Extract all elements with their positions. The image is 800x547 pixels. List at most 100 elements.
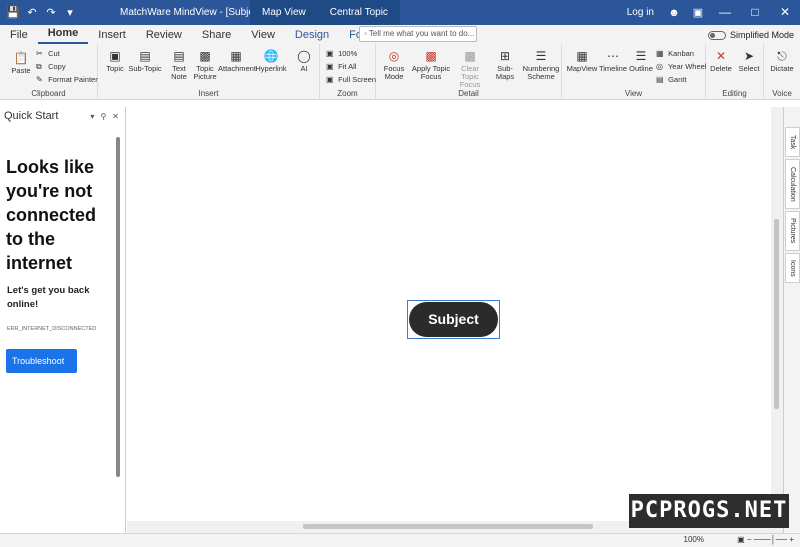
paste-icon: 📋 [13, 51, 29, 65]
delete-button[interactable]: ✕ Delete [708, 48, 734, 73]
dictate-button[interactable]: ⎋ Dictate [766, 48, 798, 73]
tell-me-search[interactable]: ◦ Tell me what you want to do... [359, 26, 477, 42]
copy-icon: ⧉ [36, 62, 42, 71]
fit-all-button[interactable]: ▣ Fit All [326, 61, 356, 73]
error-code: ERR_INTERNET_DISCONNECTED [7, 326, 97, 332]
pane-scrollbar[interactable] [116, 137, 120, 477]
delete-icon: ✕ [715, 49, 727, 63]
tab-share[interactable]: Share [192, 26, 241, 44]
submaps-button[interactable]: ⊞ Sub-Maps [488, 48, 522, 81]
central-topic-node[interactable]: Subject [409, 302, 498, 337]
offline-subtext: Let's get you back online! [7, 285, 90, 310]
year-wheel-icon: ◎ [656, 62, 663, 71]
year-wheel-button[interactable]: ◎ Year Wheel [656, 61, 706, 73]
target-icon: ◎ [388, 49, 400, 63]
side-tab-calculation[interactable]: Calculation [785, 159, 800, 209]
mapview-button[interactable]: ▦ MapView [566, 48, 598, 73]
subtopic-button[interactable]: ▤ Sub-Topic [128, 48, 162, 73]
vertical-scroll-thumb[interactable] [774, 219, 779, 409]
apply-topic-focus-button[interactable]: ▩ Apply Topic Focus [410, 48, 452, 81]
format-painter-button[interactable]: ✎ Format Painter [36, 74, 98, 86]
redo-icon[interactable]: ↷ [44, 6, 58, 20]
text-note-icon: ▤ [173, 49, 185, 63]
tab-home[interactable]: Home [37, 24, 89, 44]
paste-button[interactable]: 📋 Paste [6, 50, 36, 75]
clipboard-group-label: Clipboard [31, 89, 66, 98]
topic-button[interactable]: ▣ Topic [102, 48, 128, 73]
pane-menu-icon[interactable]: ▾ [90, 112, 94, 121]
quick-access-toolbar: 💾 ↶ ↷ ▾ [0, 6, 110, 20]
insert-group: ▣ Topic ▤ Sub-Topic ▤ Text Note ▩ Topic Pict… [98, 44, 320, 100]
tab-view[interactable]: View [241, 26, 285, 44]
tab-review[interactable]: Review [136, 26, 192, 44]
copy-button[interactable]: ⧉ Copy [36, 61, 66, 73]
ai-button[interactable]: ◯ AI [292, 48, 316, 73]
topic-picture-button[interactable]: ▩ Topic Picture [192, 48, 218, 81]
clear-topic-focus-button[interactable]: ▩ Clear Topic Focus [452, 48, 488, 89]
apply-focus-icon: ▩ [425, 49, 437, 63]
select-button[interactable]: ➤ Select [736, 48, 762, 73]
minimize-button[interactable]: — [710, 0, 740, 25]
timeline-button[interactable]: ⋯ Timeline [598, 48, 628, 73]
numbering-scheme-button[interactable]: ☰ Numbering Scheme [522, 48, 560, 81]
troubleshoot-button[interactable]: Troubleshoot [6, 349, 77, 373]
insert-group-label: Insert [198, 89, 219, 98]
watermark: PCPROGS.NET [629, 494, 789, 528]
pin-icon[interactable]: ⚲ [100, 112, 106, 121]
login-link[interactable]: Log in [627, 7, 654, 18]
submaps-icon: ⊞ [499, 49, 511, 63]
mapview-icon: ▦ [576, 49, 588, 63]
ribbon: 📋 Paste ✂ Cut ⧉ Copy ✎ Format Painter Cl… [0, 44, 800, 100]
tab-file[interactable]: File [0, 26, 38, 44]
clipboard-group: 📋 Paste ✂ Cut ⧉ Copy ✎ Format Painter Cl… [0, 44, 98, 100]
tab-design[interactable]: Design [285, 26, 339, 44]
cut-icon: ✂ [36, 49, 43, 58]
toggle-switch[interactable] [707, 30, 726, 40]
tab-insert[interactable]: Insert [88, 26, 136, 44]
cut-button[interactable]: ✂ Cut [36, 48, 60, 60]
side-tab-icons[interactable]: Icons [785, 253, 800, 283]
text-note-button[interactable]: ▤ Text Note [166, 48, 192, 81]
close-button[interactable]: ✕ [770, 0, 800, 25]
outline-button[interactable]: ☰ Outline [628, 48, 654, 73]
side-tabs: Task Calculation Pictures Icons [783, 107, 800, 533]
cursor-icon: ➤ [743, 49, 755, 63]
editing-group: ✕ Delete ➤ Select Editing [706, 44, 764, 100]
simplified-mode-toggle[interactable]: Simplified Mode [707, 26, 800, 44]
picture-icon: ▩ [199, 49, 211, 63]
horizontal-scroll-thumb[interactable] [303, 524, 593, 529]
customize-icon[interactable]: ▾ [63, 6, 77, 20]
side-tab-pictures[interactable]: Pictures [785, 211, 800, 251]
ai-icon: ◯ [297, 49, 311, 63]
lightbulb-icon: ◦ [364, 29, 367, 38]
kanban-button[interactable]: ▦ Kanban [656, 48, 694, 60]
account-icon[interactable]: ☻ [662, 7, 686, 19]
side-tab-task[interactable]: Task [785, 127, 800, 157]
context-tab-central-topic[interactable]: Central Topic [318, 0, 400, 25]
hyperlink-button[interactable]: 🌐 Hyperlink [254, 48, 288, 73]
timeline-icon: ⋯ [607, 49, 619, 63]
zoom-controls[interactable]: ▣ − ───│── + [737, 535, 794, 544]
full-screen-icon: ▣ [326, 75, 334, 84]
focus-mode-button[interactable]: ◎ Focus Mode [380, 48, 408, 81]
undo-icon[interactable]: ↶ [25, 6, 39, 20]
attachment-button[interactable]: ▦ Attachment [218, 48, 256, 73]
save-icon[interactable]: 💾 [6, 6, 20, 20]
context-tab-map-view[interactable]: Map View [250, 0, 318, 25]
quick-start-header: Quick Start ▾ ⚲ ✕ [0, 107, 125, 125]
zoom-level: 100% [683, 535, 704, 544]
gantt-button[interactable]: ▤ Gantt [656, 74, 686, 86]
quick-start-title: Quick Start [4, 110, 59, 122]
topic-icon: ▣ [109, 49, 121, 63]
vertical-scrollbar[interactable] [771, 107, 783, 533]
fit-all-icon: ▣ [326, 62, 334, 71]
maximize-button[interactable]: □ [740, 0, 770, 25]
full-screen-button[interactable]: ▣ Full Screen [326, 74, 376, 86]
pane-close-icon[interactable]: ✕ [112, 112, 119, 121]
format-painter-icon: ✎ [36, 75, 43, 84]
zoom-100-button[interactable]: ▣ 100% [326, 48, 357, 60]
display-options-icon[interactable]: ▣ [686, 6, 710, 19]
view-group-label: View [624, 89, 643, 98]
tell-me-placeholder: Tell me what you want to do... [368, 29, 475, 38]
simplified-mode-label: Simplified Mode [729, 30, 794, 40]
